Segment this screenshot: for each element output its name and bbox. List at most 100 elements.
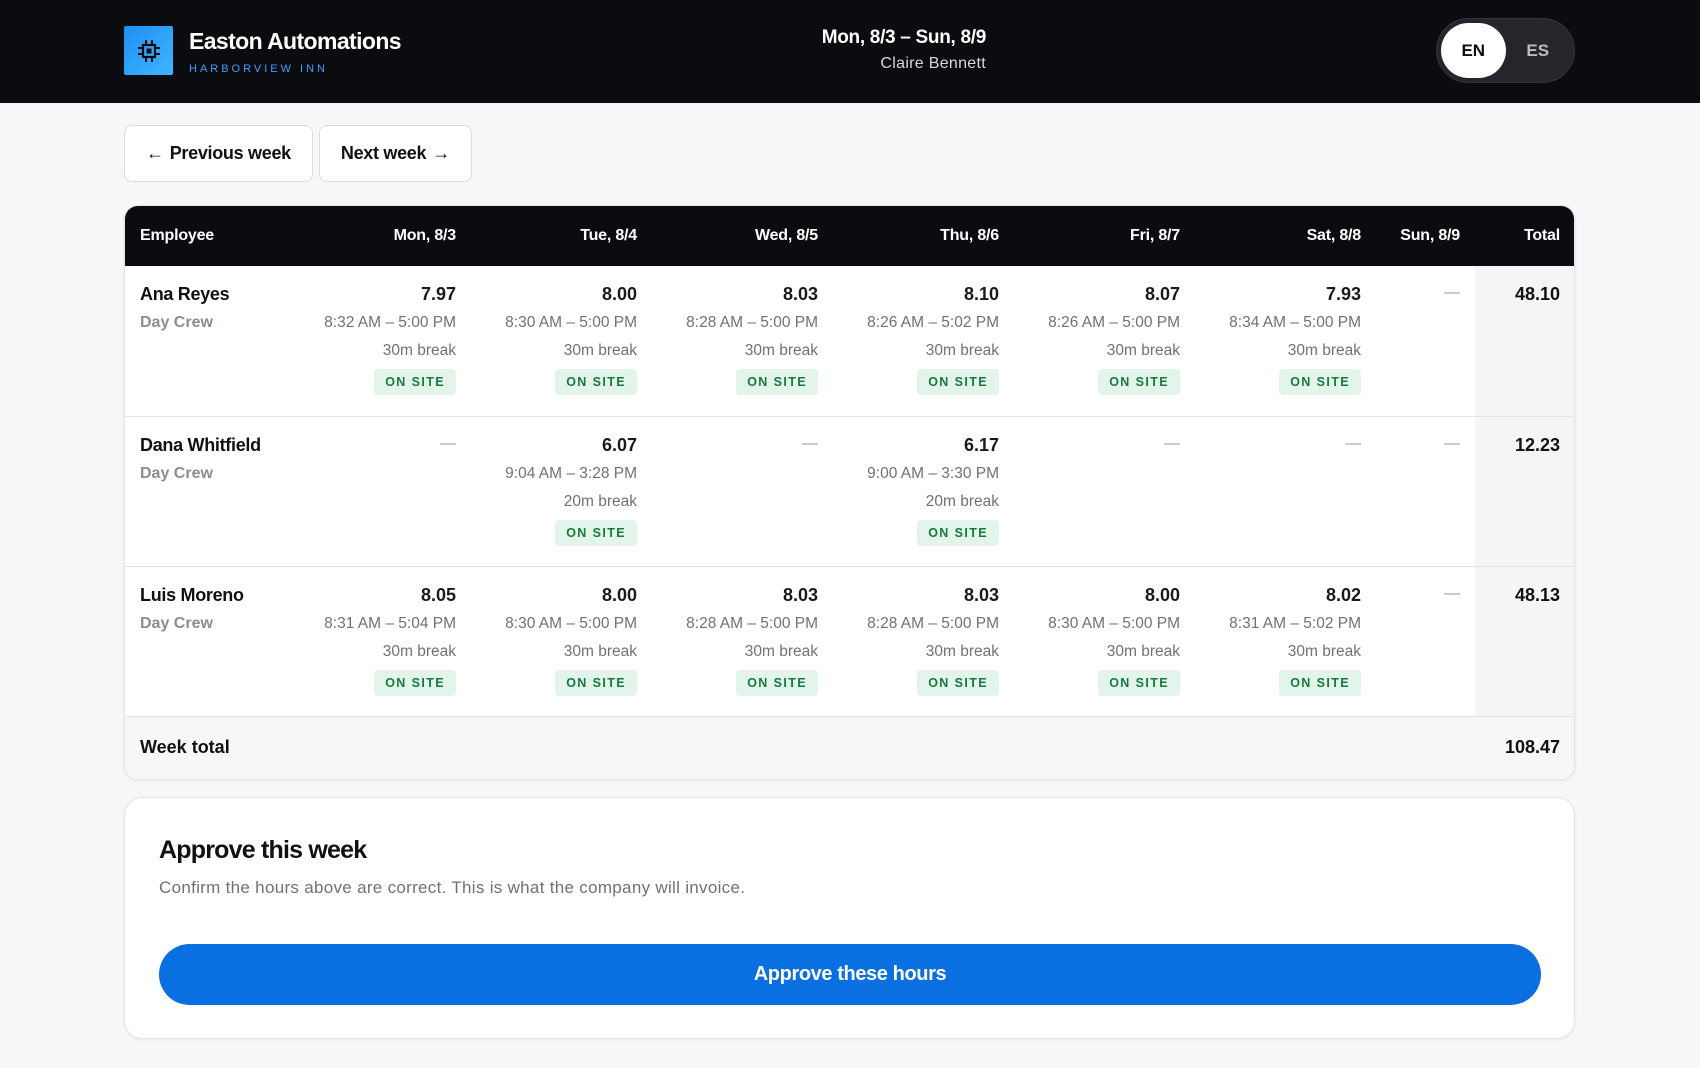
company-name: Easton Automations [189,28,402,54]
day-cell: 8.02 8:31 AM – 5:02 PM 30m break ON SITE [1195,566,1376,717]
approve-hours-button[interactable]: Approve these hours [159,944,1541,1005]
day-hours: 8.00 [1144,584,1180,605]
day-break: 30m break [563,342,637,359]
col-header-day: Mon, 8/3 [290,206,471,266]
col-header-day: Thu, 8/6 [833,206,1014,266]
brand: Easton Automations HARBORVIEW INN [124,26,402,75]
week-range: Mon, 8/3 – Sun, 8/9 [821,27,987,48]
lang-en-button[interactable]: EN [1441,23,1506,78]
day-times: 8:28 AM – 5:00 PM [686,614,818,632]
day-times: 9:00 AM – 3:30 PM [867,464,999,482]
day-cell: — [1376,566,1475,717]
day-cell: 8.03 8:28 AM – 5:00 PM 30m break ON SITE [833,566,1014,717]
approve-description: Confirm the hours above are correct. Thi… [159,878,746,897]
day-hours: 8.07 [1144,284,1180,304]
day-hours: 8.05 [420,584,456,605]
arrow-right-icon: → [432,143,450,163]
day-break: 30m break [382,342,456,359]
day-times: 9:04 AM – 3:28 PM [505,464,637,482]
day-cell: 8.10 8:26 AM – 5:02 PM 30m break ON SITE [833,266,1014,417]
col-header-day: Sat, 8/8 [1195,206,1376,266]
table-header-row: Employee Mon, 8/3 Tue, 8/4 Wed, 8/5 Thu,… [125,206,1574,266]
employee-role: Day Crew [140,464,213,482]
day-cell: 8.00 8:30 AM – 5:00 PM 30m break ON SITE [471,266,652,417]
day-cell: 8.07 8:26 AM – 5:00 PM 30m break ON SITE [1014,266,1195,417]
col-header-total: Total [1475,206,1574,266]
table-row: Dana Whitfield Day Crew — 6.07 9:04 AM – 3:2… [125,416,1574,567]
status-badge: ON SITE [1098,369,1180,395]
day-cell: 6.07 9:04 AM – 3:28 PM 20m break ON SITE [471,416,652,567]
day-hours: 8.03 [782,284,818,304]
empty-dash: — [1444,284,1460,301]
day-hours: 8.03 [782,584,818,605]
day-break: 20m break [925,492,999,510]
employee-cell: Ana Reyes Day Crew [125,266,290,417]
day-times: 8:28 AM – 5:00 PM [686,314,818,331]
next-week-button[interactable]: Next week → [318,125,472,182]
col-header-day: Sun, 8/9 [1376,206,1475,266]
day-break: 30m break [1287,342,1361,359]
day-break: 30m break [1106,342,1180,359]
day-break: 30m break [744,342,818,359]
table-row: Luis Moreno Day Crew 8.05 8:31 AM – 5:04 PM… [125,566,1574,717]
day-hours: 7.97 [420,284,456,304]
col-header-day: Fri, 8/7 [1014,206,1195,266]
day-cell: 8.00 8:30 AM – 5:00 PM 30m break ON SITE [1014,566,1195,717]
day-hours: 8.00 [601,584,637,605]
day-break: 20m break [563,492,637,510]
day-break: 30m break [925,342,999,359]
previous-week-button[interactable]: ← Previous week [124,125,313,182]
status-badge: ON SITE [917,519,999,546]
status-badge: ON SITE [1279,669,1361,696]
day-times: 8:31 AM – 5:04 PM [324,614,456,632]
day-times: 8:26 AM – 5:00 PM [1048,314,1180,331]
day-cell: 6.17 9:00 AM – 3:30 PM 20m break ON SITE [833,416,1014,567]
week-nav: ← Previous week Next week → [124,125,472,182]
day-cell: — [652,416,833,567]
approve-title: Approve this week [159,836,367,864]
top-bar: Easton Automations HARBORVIEW INN Mon, 8… [0,0,1700,103]
empty-dash: — [1444,434,1460,452]
week-total-row: Week total 108.47 [125,716,1574,779]
day-hours: 6.07 [601,434,637,455]
employee-cell: Dana Whitfield Day Crew [125,416,290,567]
col-header-employee: Employee [125,206,290,266]
employee-name: Ana Reyes [140,284,230,304]
day-cell: — [1376,416,1475,567]
next-week-label: Next week [340,143,427,163]
arrow-left-icon: ← [146,143,164,163]
day-hours: 8.03 [963,584,999,605]
day-break: 30m break [925,642,999,660]
day-break: 30m break [744,642,818,660]
day-hours: 8.02 [1325,584,1361,605]
week-total-label: Week total [125,716,1475,779]
day-times: 8:30 AM – 5:00 PM [1048,614,1180,632]
empty-dash: — [1164,434,1180,452]
day-break: 30m break [563,642,637,660]
employee-cell: Luis Moreno Day Crew [125,566,290,717]
employee-total: 48.13 [1475,566,1574,717]
day-cell: 8.03 8:28 AM – 5:00 PM 30m break ON SITE [652,566,833,717]
status-badge: ON SITE [917,669,999,696]
day-times: 8:28 AM – 5:00 PM [867,614,999,632]
day-cell: 7.93 8:34 AM – 5:00 PM 30m break ON SITE [1195,266,1376,417]
status-badge: ON SITE [555,369,637,395]
empty-dash: — [1444,584,1460,602]
day-times: 8:30 AM – 5:00 PM [505,314,637,331]
employee-total: 12.23 [1475,416,1574,567]
status-badge: ON SITE [736,669,818,696]
day-cell: 8.00 8:30 AM – 5:00 PM 30m break ON SITE [471,566,652,717]
employee-role: Day Crew [140,614,213,632]
employee-total: 48.10 [1475,266,1574,417]
employee-name: Dana Whitfield [140,434,261,455]
week-info: Mon, 8/3 – Sun, 8/9 Claire Bennett [821,27,987,73]
lang-es-button[interactable]: ES [1506,23,1571,78]
col-header-day: Wed, 8/5 [652,206,833,266]
day-cell: — [1195,416,1376,567]
day-cell: — [1376,266,1475,417]
status-badge: ON SITE [374,669,456,696]
day-hours: 8.00 [601,284,637,304]
empty-dash: — [440,434,456,452]
site-name: HARBORVIEW INN [189,63,328,75]
status-badge: ON SITE [1279,369,1361,395]
